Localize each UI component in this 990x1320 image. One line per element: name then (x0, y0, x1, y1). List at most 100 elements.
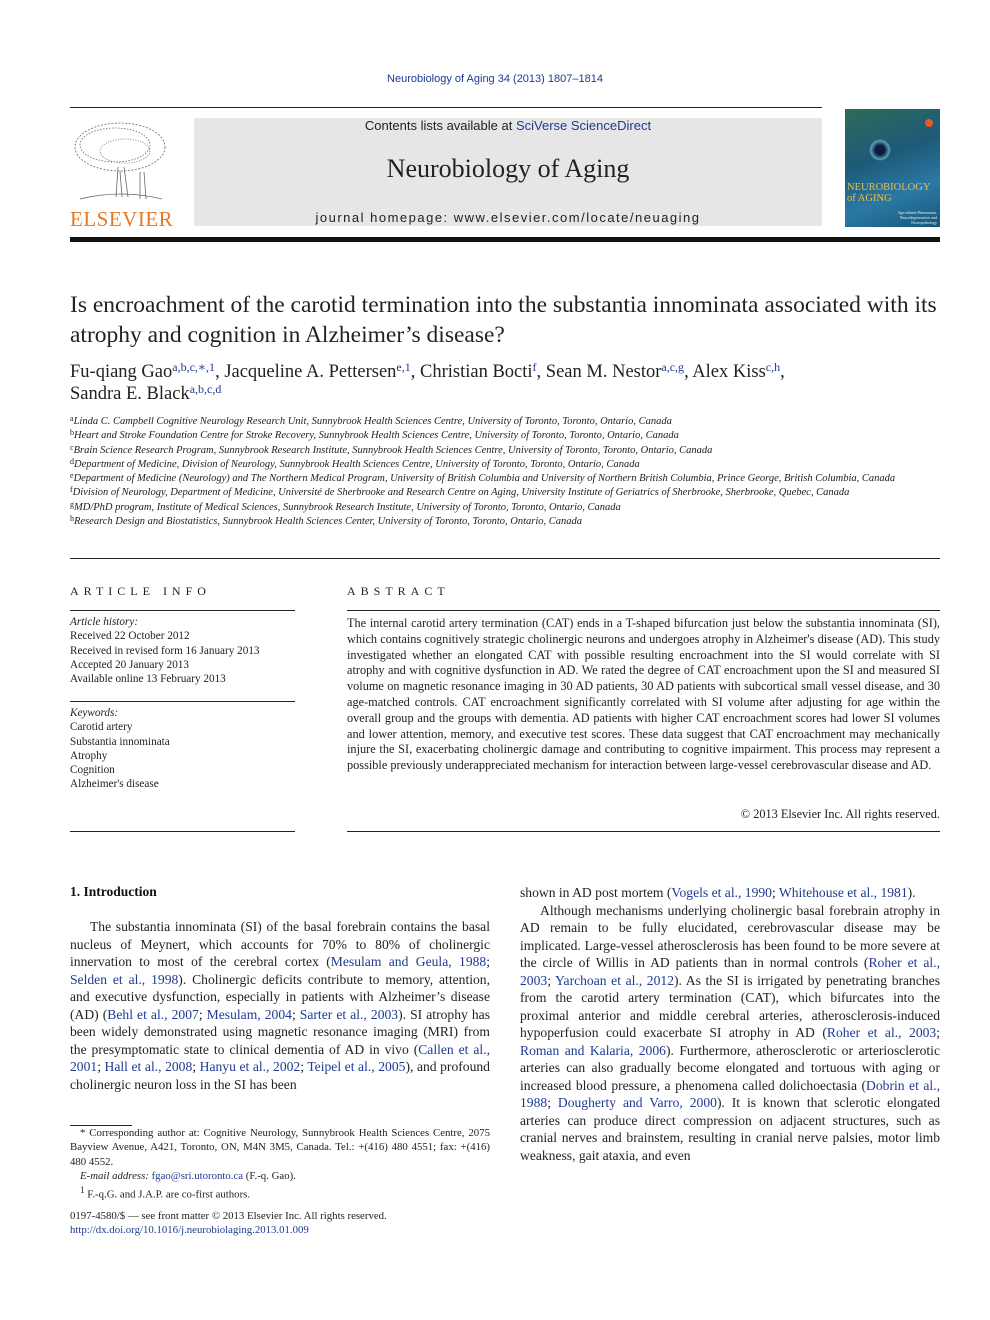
author-affiliation-marks[interactable]: a,b,c,∗,1 (172, 360, 215, 374)
author-name[interactable]: Sean M. Nestor (546, 362, 662, 382)
citation-link[interactable]: Roman and Kalaria, 2006 (520, 1043, 666, 1058)
citation-link[interactable]: Teipel et al., 2005 (307, 1059, 405, 1074)
affiliation-text: Linda C. Campbell Cognitive Neurology Re… (73, 416, 672, 427)
affiliation-item: fDivision of Neurology, Department of Me… (70, 486, 940, 500)
history-label: Article history: (70, 616, 139, 628)
sciencedirect-link[interactable]: SciVerse ScienceDirect (516, 118, 651, 133)
keyword: Atrophy (70, 749, 108, 762)
text-run: ; (192, 1059, 200, 1074)
affiliation-item: aLinda C. Campbell Cognitive Neurology R… (70, 415, 940, 429)
author-name[interactable]: Alex Kiss (692, 362, 766, 382)
citation-link[interactable]: Dougherty and Varro, 2000 (558, 1095, 717, 1110)
citation-link[interactable]: Whitehouse et al., 1981 (779, 885, 908, 900)
author-name[interactable]: Christian Bocti (420, 362, 533, 382)
divider (70, 610, 295, 611)
affiliations-rule (70, 558, 940, 559)
journal-title: Neurobiology of Aging (386, 154, 630, 183)
keyword: Cognition (70, 764, 115, 777)
author-affiliation-marks[interactable]: e,1 (396, 360, 410, 374)
citation-link[interactable]: Roher et al., 2003 (827, 1025, 936, 1040)
author-name[interactable]: Fu-qiang Gao (70, 362, 172, 382)
article-info-heading: ARTICLE INFO (70, 584, 211, 598)
text-run: ; (198, 1006, 207, 1022)
divider (70, 831, 295, 832)
keyword: Substantia innominata (70, 735, 170, 748)
front-matter: 0197-4580/$ — see front matter © 2013 El… (70, 1209, 490, 1238)
affiliations: aLinda C. Campbell Cognitive Neurology R… (70, 415, 940, 529)
paragraph: The substantia innominata (SI) of the ba… (70, 918, 490, 1093)
journal-homepage[interactable]: journal homepage: www.elsevier.com/locat… (194, 210, 822, 225)
article-history: Article history: Received 22 October 201… (70, 615, 295, 686)
elsevier-logo-text[interactable]: ELSEVIER (70, 207, 173, 232)
affiliation-text: Brain Science Research Program, Sunnybro… (73, 444, 713, 456)
cofirst-note: 1 F.-q.G. and J.A.P. are co-first author… (70, 1183, 490, 1202)
citation-link[interactable]: Mesulam and Geula, 1988 (331, 954, 486, 969)
neuron-highlight (925, 119, 933, 127)
affiliation-text: MD/PhD program, Institute of Medical Sci… (74, 501, 621, 513)
author-separator: , (780, 362, 785, 382)
keyword: Carotid artery (70, 721, 133, 734)
history-item: Accepted 20 January 2013 (70, 658, 189, 671)
article-title: Is encroachment of the carotid terminati… (70, 292, 937, 348)
affiliation-text: Research Design and Biostatistics, Sunny… (74, 516, 583, 528)
paragraph: shown in AD post mortem (Vogels et al., … (520, 884, 940, 902)
running-head[interactable]: Neurobiology of Aging 34 (2013) 1807–181… (0, 73, 990, 85)
text-run: ; (547, 1095, 558, 1110)
cover-title-line2: of AGING (847, 193, 892, 204)
journal-cover-image[interactable]: NEUROBIOLOGY of AGING Age-related Phenome… (845, 109, 940, 227)
affiliation-item: cBrain Science Research Program, Sunnybr… (70, 443, 940, 458)
header-rule (70, 107, 822, 108)
body-column-left: The substantia innominata (SI) of the ba… (70, 918, 490, 1093)
text-run: ; (547, 972, 556, 988)
doi-link[interactable]: http://dx.doi.org/10.1016/j.neurobiolagi… (70, 1223, 490, 1237)
affiliation-item: bHeart and Stroke Foundation Centre for … (70, 429, 940, 443)
affiliation-item: gMD/PhD program, Institute of Medical Sc… (70, 500, 940, 515)
body-column-right: shown in AD post mortem (Vogels et al., … (520, 884, 940, 1164)
text-run: ; (97, 1059, 105, 1074)
neuron-graphic (869, 139, 891, 161)
author-list: Fu-qiang Gaoa,b,c,∗,1, Jacqueline A. Pet… (70, 361, 940, 405)
citation-link[interactable]: Sarter et al., 2003 (300, 1007, 398, 1022)
contents-prefix: Contents lists available at (364, 118, 516, 133)
author-affiliation-marks[interactable]: c,h (766, 360, 780, 374)
abstract-text: The internal carotid artery termination … (347, 616, 940, 773)
keywords-label: Keywords: (70, 707, 119, 719)
citation-link[interactable]: Yarchoan et al., 2012 (555, 973, 674, 988)
footnotes: * Corresponding author at: Cognitive Neu… (70, 1126, 490, 1202)
footnote-mark: 1 (80, 1185, 85, 1196)
author-separator: , (536, 362, 546, 382)
author-affiliation-marks[interactable]: a,b,c,d (190, 382, 222, 396)
citation-link[interactable]: Mesulam, 2004 (207, 1007, 292, 1022)
author-separator: , (410, 362, 420, 382)
citation-link[interactable]: Hall et al., 2008 (105, 1059, 193, 1074)
text-run: ; (486, 954, 490, 969)
history-item: Received in revised form 16 January 2013 (70, 644, 260, 657)
paragraph: Although mechanisms underlying cholinerg… (520, 902, 940, 1165)
email-label: E-mail address: (80, 1169, 152, 1182)
divider (347, 831, 940, 832)
text-run: ; (936, 1025, 940, 1040)
text-run: ; (771, 885, 779, 900)
citation-link[interactable]: Vogels et al., 1990 (671, 885, 772, 900)
issn-line: 0197-4580/$ — see front matter © 2013 El… (70, 1210, 387, 1222)
citation-link[interactable]: Hanyu et al., 2002 (200, 1059, 301, 1074)
text-run: shown in AD post mortem ( (520, 885, 672, 900)
author-name[interactable]: Sandra E. Black (70, 384, 190, 404)
citation-link[interactable]: Behl et al., 2007 (107, 1007, 199, 1022)
citation-link[interactable]: Selden et al., 1998 (70, 972, 178, 987)
divider (347, 610, 940, 611)
author-affiliation-marks[interactable]: a,c,g (661, 360, 684, 374)
header-thick-rule (70, 237, 940, 242)
keyword: Alzheimer's disease (70, 778, 159, 791)
history-item: Received 22 October 2012 (70, 630, 190, 643)
email-link[interactable]: fgao@sri.utoronto.ca (152, 1170, 244, 1182)
cover-title-line1: NEUROBIOLOGY (847, 182, 931, 193)
abstract-copyright: © 2013 Elsevier Inc. All rights reserved… (740, 807, 940, 821)
divider (70, 701, 295, 702)
affiliation-text: Department of Medicine, Division of Neur… (74, 458, 640, 470)
cofirst-text: F.-q.G. and J.A.P. are co-first authors. (87, 1188, 251, 1201)
corresponding-author-note: * Corresponding author at: Cognitive Neu… (70, 1127, 490, 1168)
keywords: Keywords: Carotid artery Substantia inno… (70, 706, 295, 792)
author-name[interactable]: Jacqueline A. Pettersen (224, 362, 396, 382)
affiliation-text: Heart and Stroke Foundation Centre for S… (74, 430, 679, 442)
